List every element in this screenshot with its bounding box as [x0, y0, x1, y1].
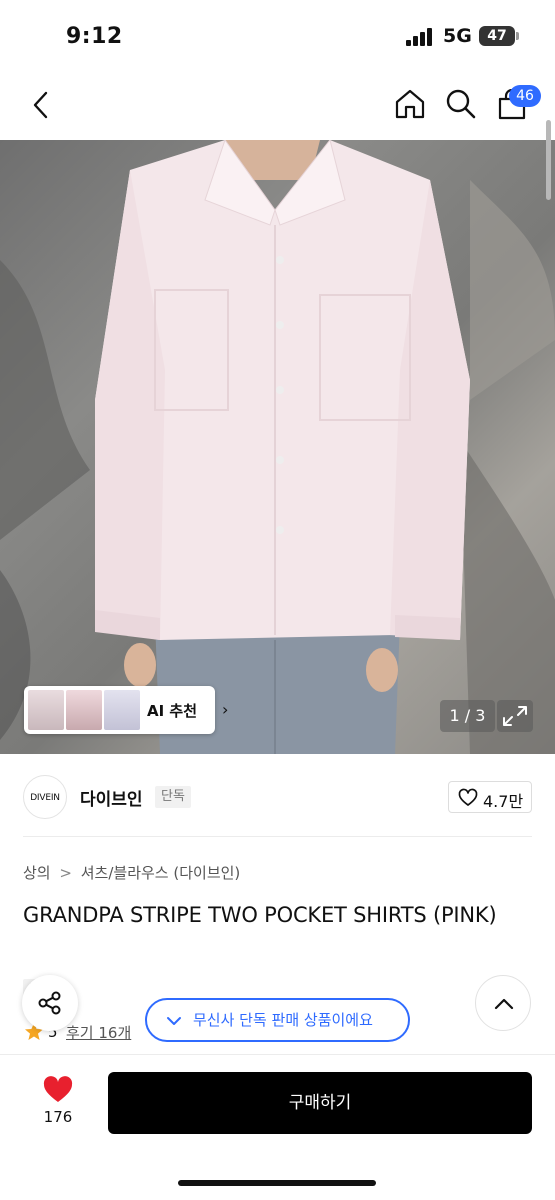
status-bar: 9:12 5G 47 [0, 0, 555, 70]
brand-name[interactable]: 다이브인 [80, 785, 143, 810]
breadcrumb: 상의 > 셔츠/블라우스 (다이브인) [23, 862, 240, 883]
breadcrumb-subcategory[interactable]: 셔츠/블라우스 (다이브인) [81, 864, 241, 882]
cart-count-badge: 46 [509, 85, 541, 107]
share-button[interactable] [22, 975, 78, 1031]
home-indicator [178, 1180, 376, 1186]
wishlist-button[interactable]: 176 [34, 1074, 82, 1134]
toast-text: 무신사 단독 판매 상품이에요 [193, 1011, 373, 1029]
breadcrumb-category[interactable]: 상의 [23, 864, 51, 882]
search-icon[interactable] [444, 87, 478, 121]
like-count: 4.7만 [483, 792, 524, 811]
ai-thumbnail [28, 690, 64, 730]
home-icon[interactable] [393, 87, 427, 121]
wishlist-count: 176 [43, 1108, 73, 1126]
heart-icon [43, 1076, 73, 1102]
brand-logo[interactable]: DIVEIN [23, 775, 67, 819]
back-icon[interactable] [26, 88, 56, 122]
scroll-top-button[interactable] [475, 975, 531, 1031]
review-link[interactable]: 후기 16개 [66, 1022, 131, 1043]
product-image[interactable] [0, 140, 555, 754]
chevron-right-icon: › [222, 700, 229, 719]
chevron-down-icon [167, 1017, 181, 1025]
battery-icon: 47 [479, 26, 519, 46]
share-icon [38, 991, 61, 1015]
network-label: 5G [443, 25, 472, 47]
brand-like-button[interactable]: 4.7만 [448, 781, 532, 813]
exclusive-badge: 단독 [155, 786, 191, 808]
signal-icon [406, 28, 436, 46]
heart-outline-icon [458, 788, 478, 806]
ai-thumbnail [66, 690, 102, 730]
ai-thumbnail [104, 690, 140, 730]
image-pager: 1 / 3 [440, 700, 495, 732]
page-scrollbar[interactable] [546, 120, 551, 200]
exclusive-toast[interactable]: 무신사 단독 판매 상품이에요 [145, 998, 410, 1042]
divider [23, 836, 532, 837]
ai-recommend-chip[interactable]: AI 추천 › [24, 686, 228, 734]
ai-recommend-label: AI 추천 [147, 702, 198, 720]
product-title: GRANDPA STRIPE TWO POCKET SHIRTS (PINK) [23, 903, 497, 927]
buy-button[interactable]: 구매하기 [108, 1072, 532, 1134]
chevron-up-icon [494, 998, 514, 1010]
expand-icon[interactable] [497, 700, 533, 732]
status-time: 9:12 [66, 24, 123, 49]
breadcrumb-separator: > [59, 864, 72, 882]
